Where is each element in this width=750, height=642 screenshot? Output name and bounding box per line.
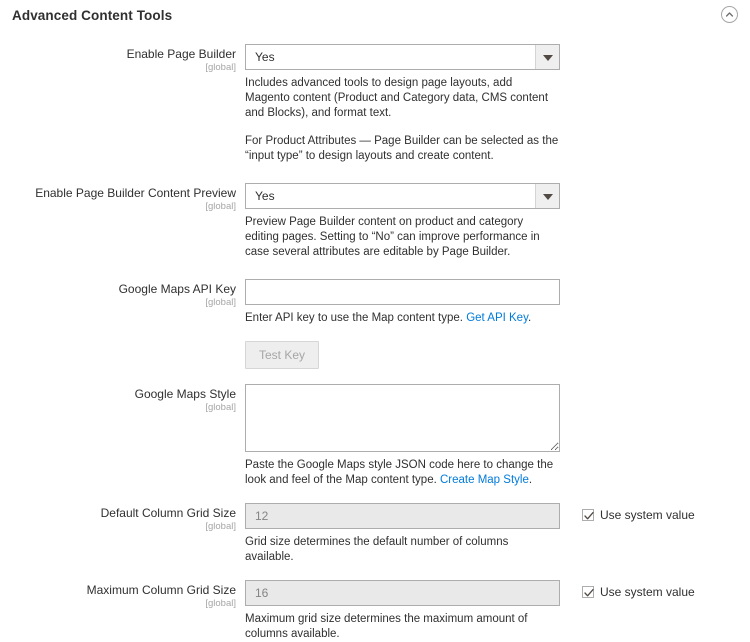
field-label-block: Maximum Column Grid Size [global] bbox=[0, 578, 245, 610]
field-scope: [global] bbox=[0, 62, 236, 74]
select-value: Yes bbox=[246, 45, 559, 69]
field-label-block: Google Maps Style [global] bbox=[0, 382, 245, 414]
field-label: Maximum Column Grid Size bbox=[0, 583, 236, 598]
field-note-1: Maximum grid size determines the maximum… bbox=[245, 612, 560, 642]
get-api-key-link[interactable]: Get API Key bbox=[466, 312, 528, 324]
field-scope: [global] bbox=[0, 521, 236, 533]
field-label-block: Enable Page Builder Content Preview [glo… bbox=[0, 181, 245, 213]
field-label-block: Enable Page Builder [global] bbox=[0, 42, 245, 74]
chevron-down-icon[interactable] bbox=[535, 184, 559, 208]
content-preview-select[interactable]: Yes bbox=[245, 183, 560, 209]
field-note-1: Grid size determines the default number … bbox=[245, 535, 560, 565]
field-label: Google Maps Style bbox=[0, 387, 236, 402]
use-system-value-default-grid[interactable]: Use system value bbox=[582, 508, 695, 522]
test-key-button[interactable]: Test Key bbox=[245, 341, 319, 369]
field-scope: [global] bbox=[0, 201, 236, 213]
create-map-style-link[interactable]: Create Map Style bbox=[440, 474, 529, 486]
google-maps-style-textarea[interactable] bbox=[245, 384, 560, 452]
use-system-value-label: Use system value bbox=[600, 508, 695, 522]
default-column-grid-size-input[interactable] bbox=[245, 503, 560, 529]
field-maximum-column-grid-size: Maximum Column Grid Size [global] Maximu… bbox=[0, 578, 750, 642]
settings-form: Enable Page Builder [global] Yes Include… bbox=[0, 30, 750, 642]
chevron-up-circle-icon[interactable] bbox=[721, 6, 738, 23]
google-maps-api-key-input[interactable] bbox=[245, 279, 560, 305]
checkbox-checked-icon[interactable] bbox=[582, 586, 594, 598]
field-enable-page-builder: Enable Page Builder [global] Yes Include… bbox=[0, 42, 750, 164]
field-label-block: Google Maps API Key [global] bbox=[0, 277, 245, 309]
field-label: Enable Page Builder Content Preview bbox=[0, 186, 236, 201]
field-control: Paste the Google Maps style JSON code he… bbox=[245, 382, 750, 488]
field-scope: [global] bbox=[0, 598, 236, 610]
field-label: Google Maps API Key bbox=[0, 282, 236, 297]
checkbox-checked-icon[interactable] bbox=[582, 509, 594, 521]
field-note-2: For Product Attributes — Page Builder ca… bbox=[245, 134, 560, 164]
field-google-maps-api-key: Google Maps API Key [global] Enter API k… bbox=[0, 277, 750, 369]
maximum-column-grid-size-input[interactable] bbox=[245, 580, 560, 606]
note-suffix: . bbox=[529, 474, 532, 486]
field-google-maps-style: Google Maps Style [global] Paste the Goo… bbox=[0, 382, 750, 488]
page-title: Advanced Content Tools bbox=[12, 7, 172, 25]
use-system-value-max-grid[interactable]: Use system value bbox=[582, 585, 695, 599]
section-header[interactable]: Advanced Content Tools bbox=[0, 0, 750, 30]
field-note-1: Enter API key to use the Map content typ… bbox=[245, 311, 560, 326]
note-text: Enter API key to use the Map content typ… bbox=[245, 312, 466, 324]
field-control: Enter API key to use the Map content typ… bbox=[245, 277, 750, 369]
field-note-1: Includes advanced tools to design page l… bbox=[245, 76, 560, 121]
chevron-down-icon[interactable] bbox=[535, 45, 559, 69]
field-scope: [global] bbox=[0, 402, 236, 414]
enable-page-builder-select[interactable]: Yes bbox=[245, 44, 560, 70]
field-note-1: Paste the Google Maps style JSON code he… bbox=[245, 458, 560, 488]
field-control: Yes Includes advanced tools to design pa… bbox=[245, 42, 750, 164]
field-label: Default Column Grid Size bbox=[0, 506, 236, 521]
field-enable-content-preview: Enable Page Builder Content Preview [glo… bbox=[0, 181, 750, 260]
select-value: Yes bbox=[246, 184, 559, 208]
field-label: Enable Page Builder bbox=[0, 47, 236, 62]
field-label-block: Default Column Grid Size [global] bbox=[0, 501, 245, 533]
use-system-value-label: Use system value bbox=[600, 585, 695, 599]
field-default-column-grid-size: Default Column Grid Size [global] Grid s… bbox=[0, 501, 750, 565]
note-suffix: . bbox=[528, 312, 531, 324]
field-note-1: Preview Page Builder content on product … bbox=[245, 215, 560, 260]
field-control: Yes Preview Page Builder content on prod… bbox=[245, 181, 750, 260]
field-scope: [global] bbox=[0, 297, 236, 309]
